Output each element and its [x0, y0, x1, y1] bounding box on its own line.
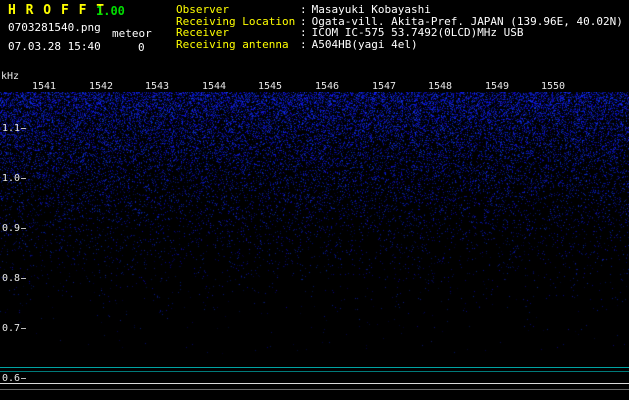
x-tick: 1548	[424, 81, 456, 92]
x-tick: 1545	[254, 81, 286, 92]
x-tick: 1549	[481, 81, 513, 92]
y-tick-label: 0.8	[2, 273, 20, 284]
y-tick-label: 1.0	[2, 173, 20, 184]
mode-label: meteor	[112, 27, 152, 40]
spectrogram-canvas	[0, 92, 629, 355]
hrofft-screen: H R O F F T 1.00 0703281540.png meteor 0…	[0, 0, 629, 400]
info-label: Receiving antenna	[176, 39, 300, 51]
y-tick-label: 0.9	[2, 223, 20, 234]
tick-mark	[21, 178, 26, 179]
tick-mark	[21, 378, 26, 379]
tick-mark	[21, 128, 26, 129]
frame-datetime: 07.03.28 15:40	[8, 40, 101, 53]
info-value: A504HB(yagi 4el)	[312, 38, 418, 51]
info-colon: :	[300, 38, 307, 51]
station-info: Observer: Masayuki Kobayashi Receiving Lo…	[176, 4, 623, 50]
x-tick: 1541	[28, 81, 60, 92]
y-tick-label: 1.1	[2, 123, 20, 134]
output-filename: 0703281540.png	[8, 21, 101, 34]
app-version: 1.00	[96, 4, 125, 18]
y-tick: 1.1	[2, 123, 26, 134]
y-tick: 0.8	[2, 273, 26, 284]
info-label: Observer	[176, 4, 300, 16]
signal-baseline-line	[0, 383, 629, 384]
meteor-count: 0	[138, 41, 145, 54]
reference-line-cyan-upper	[0, 367, 629, 368]
y-tick: 1.0	[2, 173, 26, 184]
x-tick: 1550	[537, 81, 569, 92]
x-tick: 1543	[141, 81, 173, 92]
app-title: H R O F F T	[8, 3, 105, 18]
tick-mark	[21, 328, 26, 329]
y-tick: 0.9	[2, 223, 26, 234]
reference-line-cyan-lower	[0, 371, 629, 372]
tick-mark	[21, 228, 26, 229]
x-tick: 1544	[198, 81, 230, 92]
x-tick: 1542	[85, 81, 117, 92]
info-label: Receiver	[176, 27, 300, 39]
x-tick: 1546	[311, 81, 343, 92]
x-tick: 1547	[368, 81, 400, 92]
y-tick-label: 0.7	[2, 323, 20, 334]
info-row-antenna: Receiving antenna: A504HB(yagi 4el)	[176, 39, 623, 51]
y-tick: 0.7	[2, 323, 26, 334]
tick-mark	[21, 278, 26, 279]
noise-level-line	[0, 389, 629, 390]
y-axis-unit: kHz	[1, 71, 19, 82]
